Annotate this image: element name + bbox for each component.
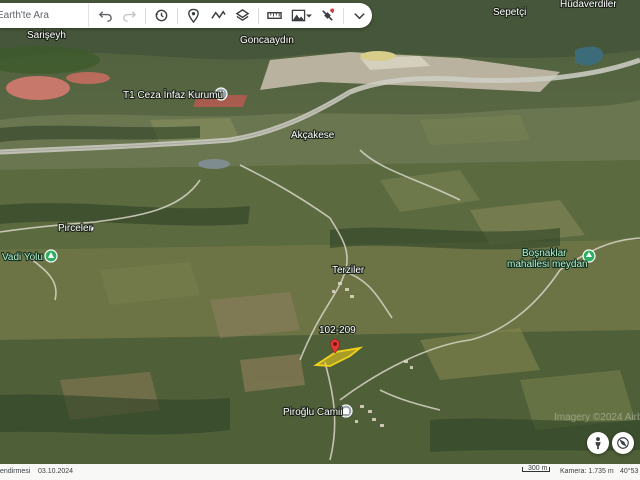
label-ceza-infaz: T1 Ceza İnfaz Kurumu: [123, 88, 223, 101]
measure-button[interactable]: [262, 3, 287, 28]
ruler-icon: [267, 11, 282, 20]
pegman-icon: [595, 437, 601, 450]
toolbar-divider: [343, 7, 345, 24]
more-button[interactable]: [347, 3, 372, 28]
label-goncaaydin: Goncaaydın: [240, 35, 294, 46]
camera-altitude: Kamera: 1.735 m: [560, 468, 614, 475]
label-akcakese: Akçakese: [291, 130, 335, 141]
image-button[interactable]: [287, 3, 316, 28]
image-icon: [291, 9, 305, 22]
satellite-icon: [322, 8, 335, 21]
coordinates: 40°53: [620, 468, 639, 475]
layers-icon: [235, 9, 250, 22]
redo-icon: [123, 11, 137, 22]
history-button[interactable]: [149, 3, 174, 28]
toolbar-divider: [176, 7, 178, 24]
draw-path-button[interactable]: [206, 3, 231, 28]
top-toolbar: Earth'te Ara: [0, 3, 372, 28]
search-placeholder: Earth'te Ara: [0, 10, 49, 21]
label-vadi-yolu: Vadi Yolu: [2, 252, 43, 263]
pin-icon: [187, 8, 199, 23]
satellite-button[interactable]: [315, 3, 340, 28]
compass-icon: [617, 437, 629, 449]
path-icon: [210, 10, 226, 19]
toolbar-divider: [145, 7, 147, 24]
label-terziler: Terziler: [332, 265, 365, 276]
status-left-text[interactable]: endirmesi: [0, 468, 30, 475]
label-piroglu-camii: Piroğlu Camii: [283, 407, 342, 418]
label-sariseyh: Sarişeyh: [27, 30, 66, 41]
label-bosnaklar-meydan: mahallesi meydan: [507, 259, 588, 270]
layers-button[interactable]: [230, 3, 255, 28]
chevron-down-icon: [354, 13, 365, 20]
compass-button[interactable]: [612, 432, 634, 454]
scale-bar: [522, 467, 550, 472]
caret-down-icon: [305, 14, 312, 17]
add-placemark-button[interactable]: [181, 3, 206, 28]
redo-button[interactable]: [117, 3, 142, 28]
label-sepetci: Sepetçi: [493, 7, 526, 18]
label-pirceler: Pirceler: [58, 223, 93, 234]
park-poi-icon[interactable]: [44, 249, 58, 263]
label-hudaverdiler: Hüdaverdiler: [560, 0, 617, 10]
imagery-date: 03.10.2024: [38, 468, 74, 475]
label-bosnaklar: Boşnaklar: [522, 248, 567, 259]
imagery-watermark: Imagery ©2024 Airbus: [554, 412, 640, 423]
toolbar-divider: [258, 7, 260, 24]
undo-button[interactable]: [93, 3, 118, 28]
satellite-map[interactable]: Sarişeyh Goncaaydın Sepetçi Hüdaverdiler…: [0, 0, 640, 480]
label-parcel-number: 102-209: [319, 325, 356, 336]
street-view-button[interactable]: [587, 432, 609, 454]
undo-icon: [98, 11, 112, 22]
history-icon: [155, 9, 168, 22]
search-input[interactable]: Earth'te Ara: [0, 4, 89, 27]
